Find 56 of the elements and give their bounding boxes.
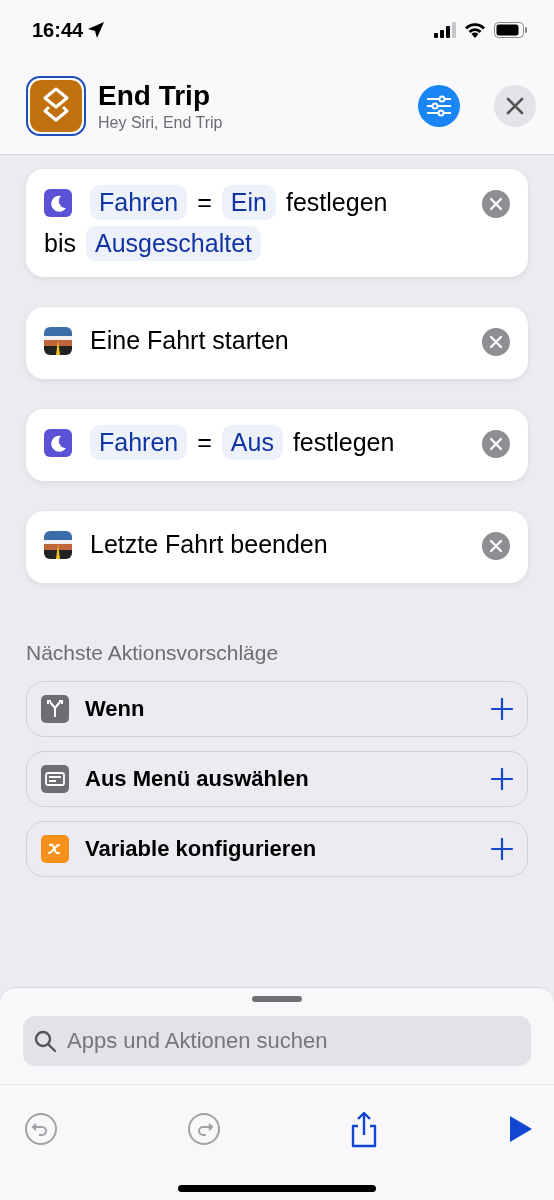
close-icon <box>506 97 524 115</box>
settings-button[interactable] <box>418 85 460 127</box>
battery-icon <box>494 22 528 38</box>
suggestion-label: Aus Menü auswählen <box>85 766 310 792</box>
suggestion-item[interactable]: Variable konfigurieren <box>26 821 528 877</box>
remove-button[interactable] <box>482 190 510 218</box>
app-icon <box>26 76 86 136</box>
remove-button[interactable] <box>482 532 510 560</box>
parameter-token[interactable]: Ausgeschaltet <box>85 226 261 261</box>
shortcut-subtitle: Hey Siri, End Trip <box>98 114 224 132</box>
road-icon <box>44 530 72 559</box>
plus-icon[interactable] <box>491 838 513 860</box>
suggestion-label: Wenn <box>85 696 146 722</box>
branch-icon <box>41 695 69 723</box>
action-text: = <box>197 427 212 458</box>
signal-icon <box>434 22 456 38</box>
menu-list-icon <box>41 765 69 793</box>
suggestion-item[interactable]: Aus Menü auswählen <box>26 751 528 807</box>
remove-button[interactable] <box>482 430 510 458</box>
parameter-token[interactable]: Ein <box>221 185 276 220</box>
sliders-icon <box>426 95 452 117</box>
close-icon <box>490 198 502 210</box>
moon-icon <box>44 188 72 217</box>
road-icon <box>44 326 72 355</box>
action-text: bis <box>44 228 76 259</box>
close-icon <box>490 540 502 552</box>
variable-icon <box>41 835 69 863</box>
plus-icon[interactable] <box>491 768 513 790</box>
remove-button[interactable] <box>482 328 510 356</box>
redo-icon <box>186 1112 221 1146</box>
shortcut-title: End Trip <box>98 80 211 112</box>
close-button[interactable] <box>494 85 536 127</box>
suggestion-label: Variable konfigurieren <box>85 836 318 862</box>
close-icon <box>490 336 502 348</box>
suggestion-item[interactable]: Wenn <box>26 681 528 737</box>
parameter-token[interactable]: Aus <box>221 425 283 460</box>
wifi-icon <box>464 22 486 38</box>
moon-icon <box>44 428 72 457</box>
plus-icon[interactable] <box>491 698 513 720</box>
action-text: = <box>197 187 212 218</box>
parameter-token[interactable]: Fahren <box>90 185 188 220</box>
search-icon <box>33 1029 57 1053</box>
play-icon <box>507 1114 534 1144</box>
action-text: festlegen <box>292 427 395 458</box>
action-text: festlegen <box>285 187 388 218</box>
location-arrow-icon <box>87 21 106 39</box>
clock-time: 16:44 <box>32 18 84 42</box>
section-title: Nächste Aktionsvorschläge <box>26 641 280 665</box>
action-text: Eine Fahrt starten <box>90 325 289 356</box>
undo-icon <box>24 1112 58 1146</box>
close-icon <box>490 438 502 450</box>
sheet-handle[interactable] <box>252 996 302 1002</box>
action-text: Letzte Fahrt beenden <box>90 529 328 560</box>
parameter-token[interactable]: Fahren <box>90 425 188 460</box>
search-field[interactable]: Apps und Aktionen suchen <box>23 1016 531 1066</box>
play-button[interactable] <box>507 1114 534 1144</box>
